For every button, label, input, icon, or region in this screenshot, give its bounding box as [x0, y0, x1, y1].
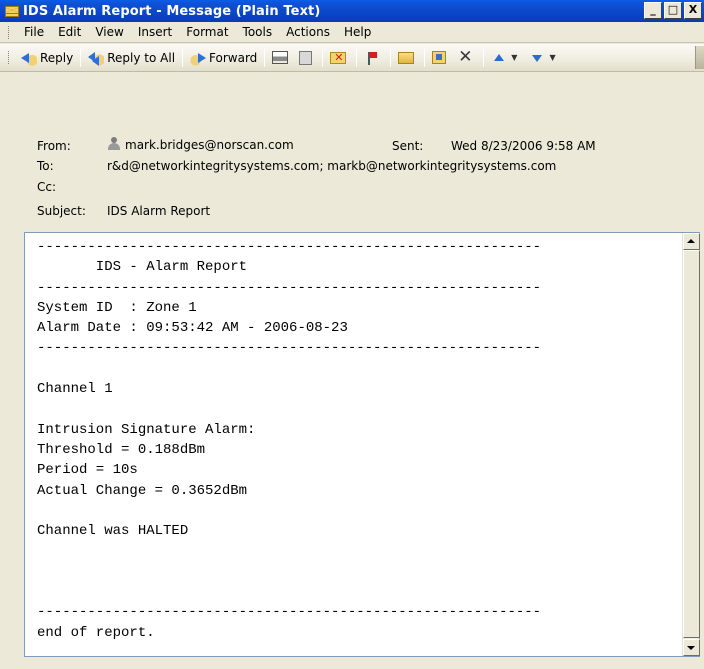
chevron-down-icon: ▼ [549, 53, 556, 62]
forward-icon [190, 49, 207, 66]
from-label: From: [37, 139, 71, 153]
title-bar[interactable]: IDS Alarm Report - Message (Plain Text) … [0, 0, 704, 22]
close-button[interactable]: X [684, 2, 702, 19]
copy-icon [299, 50, 313, 65]
delete-button[interactable] [453, 47, 480, 69]
subject-value: IDS Alarm Report [107, 204, 211, 218]
message-line: Actual Change = 0.3652dBm [37, 482, 248, 499]
move-to-folder-button[interactable] [326, 47, 353, 69]
message-line: end of report. [37, 624, 155, 641]
menu-grip[interactable] [8, 25, 11, 39]
message-line: IDS - Alarm Report [37, 259, 248, 276]
toolbar-separator [483, 48, 485, 67]
scroll-down-button[interactable] [683, 639, 700, 656]
standard-toolbar: Reply Reply to All Forward ▼ ▼ [0, 44, 704, 72]
contact-icon [107, 137, 121, 151]
message-line: System ID : Zone 1 [37, 299, 197, 316]
to-value[interactable]: r&d@networkintegritysystems.com; markb@n… [107, 159, 556, 173]
open-folder-button[interactable] [394, 47, 421, 69]
previous-item-button[interactable]: ▼ [487, 47, 525, 69]
flag-icon [364, 50, 380, 66]
subject-label: Subject: [37, 204, 86, 218]
message-line [37, 399, 677, 419]
reply-all-button[interactable]: Reply to All [84, 47, 179, 69]
copy-button[interactable] [295, 47, 319, 69]
from-address[interactable]: mark.bridges@norscan.com [125, 138, 294, 152]
message-line: ----------------------------------------… [37, 239, 542, 255]
reply-all-icon [88, 49, 105, 66]
follow-up-flag-button[interactable] [360, 47, 387, 69]
reply-label: Reply [40, 50, 74, 65]
message-line [37, 562, 677, 582]
message-line [37, 501, 677, 521]
menu-file[interactable]: File [17, 25, 51, 39]
toolbar-separator [80, 48, 82, 67]
print-button[interactable] [268, 47, 295, 69]
message-body-text[interactable]: ----------------------------------------… [37, 237, 677, 643]
scrollbar-thumb[interactable] [683, 250, 700, 638]
message-line: ----------------------------------------… [37, 340, 542, 357]
toolbar-overflow-handle[interactable] [695, 46, 704, 69]
message-line: Channel 1 [37, 381, 113, 398]
message-header: From: mark.bridges@norscan.com Sent: Wed… [0, 73, 704, 228]
message-line [37, 541, 677, 561]
message-line: ----------------------------------------… [37, 279, 542, 296]
reply-all-label: Reply to All [107, 50, 176, 65]
next-item-button[interactable]: ▼ [525, 47, 563, 69]
window-controls: _ □ X [644, 2, 702, 19]
move-to-folder-icon [330, 51, 347, 64]
next-item-icon [529, 50, 545, 66]
minimize-button[interactable]: _ [644, 2, 662, 19]
toolbar-separator [322, 48, 324, 67]
toolbar-separator [390, 48, 392, 67]
to-label: To: [37, 159, 54, 173]
cc-label: Cc: [37, 180, 57, 194]
scroll-up-button[interactable] [683, 233, 700, 250]
previous-item-icon [491, 50, 507, 66]
vertical-scrollbar[interactable] [682, 233, 700, 656]
message-line: Intrusion Signature Alarm: [37, 421, 256, 438]
message-line [37, 359, 677, 379]
window-title: IDS Alarm Report - Message (Plain Text) [23, 3, 321, 19]
delete-icon [457, 47, 473, 67]
toolbar-separator [182, 48, 184, 67]
toolbar-separator [264, 48, 266, 67]
reply-icon [21, 49, 37, 66]
message-line: Period = 10s [37, 462, 138, 479]
message-line [37, 582, 677, 602]
message-line: Threshold = 0.188dBm [37, 441, 206, 458]
menu-tools[interactable]: Tools [236, 25, 280, 39]
mail-message-icon [5, 5, 19, 17]
menu-actions[interactable]: Actions [279, 25, 337, 39]
menu-help[interactable]: Help [337, 25, 378, 39]
chevron-down-icon: ▼ [511, 53, 518, 62]
print-icon [272, 51, 289, 64]
message-line: Alarm Date : 09:53:42 AM - 2006-08-23 [37, 320, 348, 337]
folder-icon [398, 51, 415, 64]
maximize-button[interactable]: □ [664, 2, 682, 19]
toolbar-separator [424, 48, 426, 67]
toolbar-separator [356, 48, 358, 67]
menu-edit[interactable]: Edit [51, 25, 88, 39]
menu-insert[interactable]: Insert [131, 25, 179, 39]
message-line: Channel was HALTED [37, 523, 189, 540]
menu-bar: File Edit View Insert Format Tools Actio… [0, 22, 704, 43]
sent-value: Wed 8/23/2006 9:58 AM [451, 139, 596, 153]
from-value[interactable]: mark.bridges@norscan.com [107, 137, 294, 152]
toolbar-grip[interactable] [8, 51, 11, 64]
address-book-button[interactable] [428, 47, 453, 69]
reply-button[interactable]: Reply [17, 47, 77, 69]
sent-label: Sent: [392, 139, 424, 153]
message-body-panel[interactable]: ----------------------------------------… [24, 232, 700, 657]
forward-label: Forward [209, 50, 258, 65]
message-line: ----------------------------------------… [37, 604, 542, 621]
menu-format[interactable]: Format [179, 25, 235, 39]
forward-button[interactable]: Forward [186, 47, 261, 69]
address-book-icon [432, 51, 447, 64]
menu-view[interactable]: View [88, 25, 130, 39]
